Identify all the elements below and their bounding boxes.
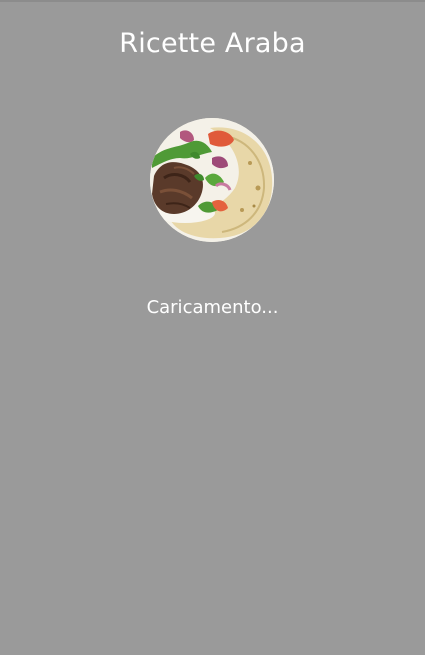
status-bar-edge [0,0,425,2]
app-logo-image [150,118,274,242]
loading-label: Caricamento... [146,297,279,318]
app-title: Ricette Araba [119,28,306,59]
shawarma-wrap-icon [150,118,274,242]
splash-screen: Ricette Araba Caricamento... [0,0,425,655]
